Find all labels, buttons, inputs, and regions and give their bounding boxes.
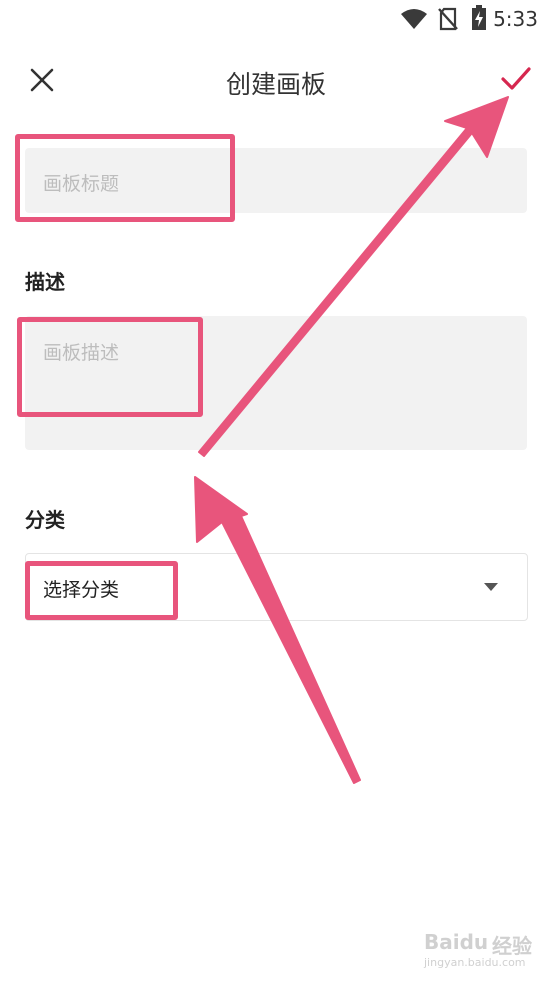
watermark-brand: Baidu <box>424 930 489 954</box>
annotation-arrow-up-right <box>198 96 509 457</box>
watermark-brand-suffix: 经验 <box>492 934 532 958</box>
annotation-arrows <box>194 96 509 784</box>
baidu-watermark: Baidu 经验 jingyan.baidu.com <box>422 928 542 972</box>
annotation-arrow-up <box>194 476 361 784</box>
watermark-url: jingyan.baidu.com <box>424 956 526 969</box>
